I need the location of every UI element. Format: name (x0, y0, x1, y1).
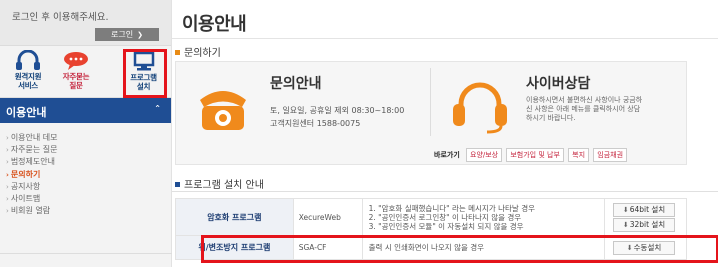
program-desc-line: 2. "공인인증서 로그인창" 이 나타나지 않을 경우 (368, 212, 522, 222)
highlight-box-anti-tamper-row (201, 235, 718, 263)
install-64bit-button[interactable]: ⬇64bit 설치 (613, 202, 676, 217)
sidebar: 로그인 후 이용해주세요. 로그인 ❯ 원격지원 서비스 자주묻는 질문 프로그… (0, 0, 172, 267)
chevron-right-icon: › (6, 207, 9, 216)
download-icon: ⬇ (622, 205, 629, 214)
page-title: 이용안내 (182, 14, 247, 35)
section-heading-label: 프로그램 설치 안내 (184, 180, 264, 191)
main-content: 이용안내 문의하기 문의안내 토, 일요일, 공휴일 제외 08:30~18:0… (172, 0, 718, 267)
sidebar-menu: › 이용안내 데모 › 자주묻는 질문 › 범정제도안내 › 문의하기 › 공지사항 › 사… (0, 123, 171, 217)
section-heading-contact: 문의하기 (175, 44, 221, 59)
quick-link-faq[interactable]: 자주묻는 질문 (54, 50, 98, 90)
shortcut-insurance[interactable]: 보험가입 및 납부 (506, 148, 564, 162)
divider (430, 68, 431, 136)
chevron-right-icon: › (6, 170, 9, 179)
quick-link-label: 서비스 (18, 81, 38, 90)
quick-link-label: 자주묻는 (62, 72, 90, 81)
login-button[interactable]: 로그인 ❯ (95, 28, 159, 41)
divider (0, 253, 172, 254)
chevron-right-icon: › (6, 195, 9, 204)
program-name: 암호화 프로그램 (175, 198, 294, 236)
sidebar-section-title[interactable]: 이용안내 ⌃ (0, 98, 171, 123)
cyber-desc-line: 이용하시면서 불편하신 사항이나 궁금하 (526, 96, 643, 104)
sidebar-item-label: 사이트맵 (10, 194, 41, 204)
program-buttons: ⬇64bit 설치 ⬇32bit 설치 (604, 198, 687, 236)
sidebar-item-label: 공지사항 (10, 181, 41, 191)
contact-hours: 토, 일요일, 공휴일 제외 08:30~18:00 (270, 106, 405, 115)
sidebar-item-guest-view[interactable]: › 비회원 열람 (6, 205, 171, 217)
contact-box: 문의안내 토, 일요일, 공휴일 제외 08:30~18:00 고객지원센터 1… (175, 61, 687, 165)
program-description: 1. "암호화 실패했습니다" 라는 메시지가 나타날 경우 2. "공인인증서… (361, 198, 606, 236)
sidebar-item-label: 비회원 열람 (10, 206, 51, 216)
sidebar-item-demo[interactable]: › 이용안내 데모 (6, 132, 171, 144)
section-heading-label: 문의하기 (184, 48, 221, 59)
sidebar-item-notices[interactable]: › 공지사항 (6, 181, 171, 193)
highlight-box-program-install (123, 49, 167, 98)
divider (172, 191, 718, 192)
quick-link-label: 원격지원 (14, 72, 42, 81)
chat-bubble-icon (64, 52, 88, 70)
chevron-right-icon: ❯ (137, 31, 143, 39)
chevron-right-icon: › (6, 182, 9, 191)
square-bullet-icon (175, 50, 180, 55)
quick-link-label: 질문 (69, 81, 83, 90)
login-button-label: 로그인 (111, 30, 134, 39)
download-icon: ⬇ (622, 220, 629, 229)
quick-link-remote-support[interactable]: 원격지원 서비스 (6, 50, 50, 90)
cyber-desc-line: 하시기 바랍니다. (526, 114, 576, 122)
headset-icon (453, 82, 507, 134)
table-row: 암호화 프로그램 XecureWeb 1. "암호화 실패했습니다" 라는 메시… (175, 198, 687, 236)
chevron-up-icon: ⌃ (154, 104, 161, 113)
chevron-right-icon: › (6, 158, 9, 167)
headset-icon (16, 50, 40, 70)
program-software: XecureWeb (292, 198, 363, 236)
contact-title: 문의안내 (270, 76, 322, 92)
telephone-icon (200, 91, 246, 130)
button-label: 64bit 설치 (629, 204, 666, 214)
chevron-right-icon: › (6, 146, 9, 155)
section-heading-program-install: 프로그램 설치 안내 (175, 176, 264, 191)
sidebar-item-faq[interactable]: › 자주묻는 질문 (6, 144, 171, 156)
shortcut-wage-claim[interactable]: 임금채권 (593, 148, 628, 162)
sidebar-item-label: 이용안내 데모 (10, 133, 58, 142)
sidebar-item-label: 범정제도안내 (10, 157, 55, 167)
button-label: 32bit 설치 (629, 219, 666, 229)
cyber-desc-line: 신 사항은 아래 메뉴를 클릭하시어 상담 (526, 105, 641, 113)
shortcut-welfare[interactable]: 복지 (568, 148, 590, 162)
sidebar-item-sitemap[interactable]: › 사이트맵 (6, 193, 171, 205)
sidebar-item-label: 자주묻는 질문 (10, 145, 58, 155)
shortcut-label: 바로가기 (434, 151, 460, 159)
sidebar-item-label: 문의하기 (10, 169, 41, 179)
install-32bit-button[interactable]: ⬇32bit 설치 (613, 217, 676, 232)
shortcut-row: 바로가기 요양/보상 보험가입 및 납부 복지 임금채권 (434, 148, 629, 162)
chevron-right-icon: › (6, 134, 9, 142)
program-desc-line: 1. "암호화 실패했습니다" 라는 메시지가 나타날 경우 (368, 203, 535, 213)
program-desc-line: 3. "공인인증서 모듈" 이 자동설치 되지 않을 경우 (368, 221, 524, 231)
divider (172, 38, 718, 39)
shortcut-care-compensation[interactable]: 요양/보상 (466, 148, 503, 162)
login-box: 로그인 후 이용해주세요. 로그인 ❯ (0, 0, 171, 46)
contact-center-phone: 고객지원센터 1588-0075 (270, 119, 361, 128)
cyber-consult-description: 이용하시면서 불편하신 사항이나 궁금하 신 사항은 아래 메뉴를 클릭하시어 … (526, 96, 686, 123)
login-message: 로그인 후 이용해주세요. (12, 12, 109, 23)
square-bullet-icon (175, 182, 180, 187)
cyber-consult-title: 사이버상담 (526, 76, 591, 92)
sidebar-item-legal-info[interactable]: › 범정제도안내 (6, 156, 171, 168)
sidebar-item-contact[interactable]: › 문의하기 (6, 169, 171, 181)
sidebar-section-title-label: 이용안내 (6, 106, 47, 119)
